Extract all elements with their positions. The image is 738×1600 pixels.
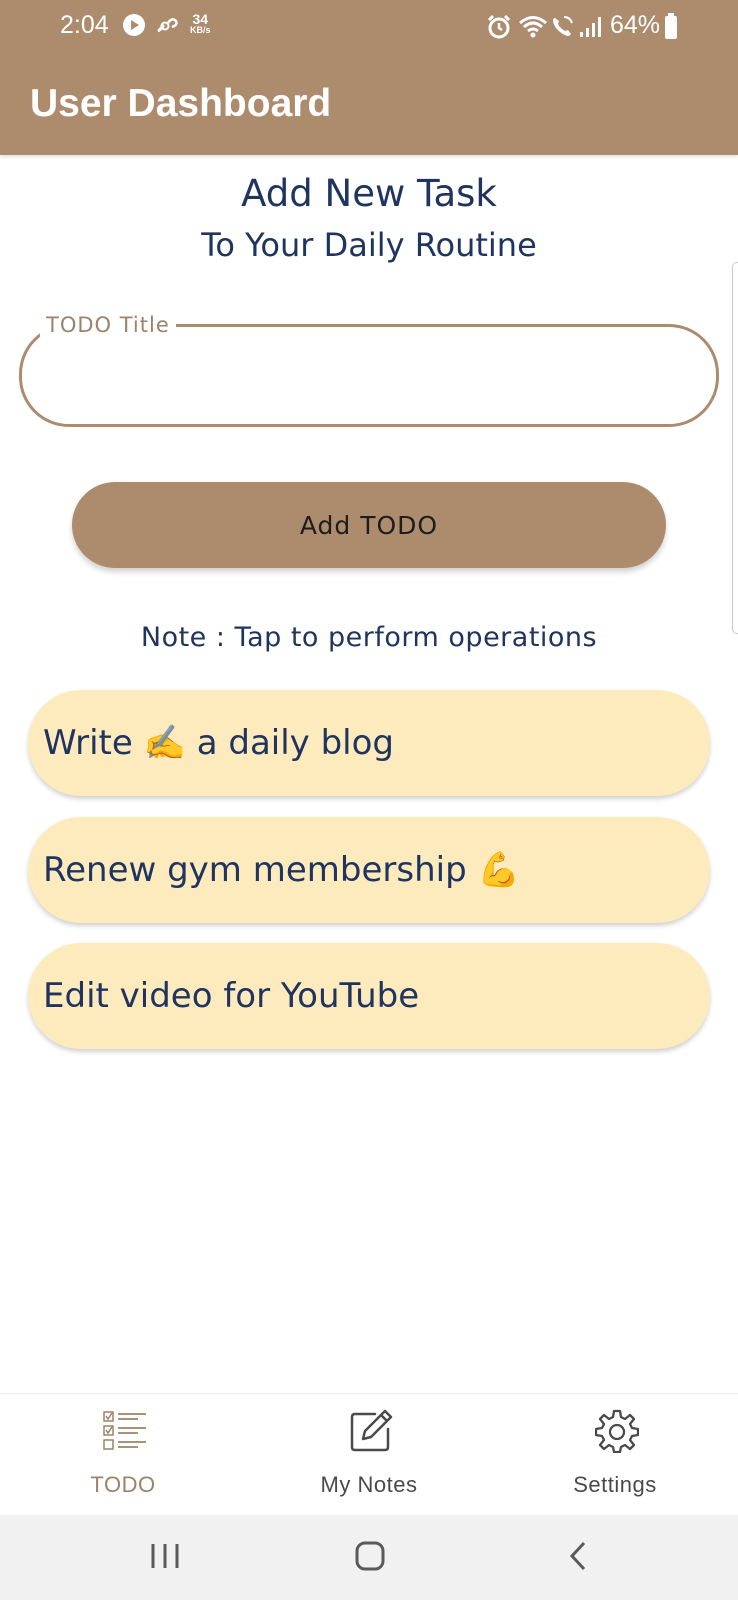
- signal-icon: [578, 14, 604, 44]
- status-time: 2:04: [60, 11, 109, 39]
- app-bar: User Dashboard: [0, 52, 738, 155]
- wifi-icon: [518, 14, 548, 44]
- task-text: Renew gym membership 💪: [43, 850, 520, 890]
- app-title: User Dashboard: [30, 82, 332, 125]
- nav-item-my-notes[interactable]: My Notes: [246, 1394, 492, 1516]
- link-icon: [154, 13, 180, 41]
- net-speed-value: 34: [192, 11, 209, 27]
- net-speed: 34 KB/s: [190, 12, 211, 35]
- battery-percent: 64%: [610, 11, 661, 39]
- battery-icon: [664, 12, 678, 44]
- net-speed-unit: KB/s: [190, 25, 211, 35]
- page-heading: Add New Task: [241, 172, 497, 215]
- back-icon[interactable]: [568, 1541, 588, 1575]
- bottom-nav: TODO My Notes Settings: [0, 1393, 738, 1515]
- nav-item-settings[interactable]: Settings: [492, 1394, 738, 1516]
- add-todo-button-label: Add TODO: [299, 510, 439, 540]
- checklist-icon: [103, 1409, 147, 1453]
- home-icon[interactable]: [355, 1541, 385, 1575]
- page-subheading: To Your Daily Routine: [201, 226, 537, 264]
- add-todo-button[interactable]: Add TODO: [72, 482, 666, 568]
- system-nav-bar: [0, 1515, 738, 1600]
- gear-icon: [594, 1409, 640, 1454]
- wifi-calling-icon: [550, 14, 576, 44]
- nav-label-my-notes: My Notes: [320, 1472, 418, 1497]
- task-text: Write ✍️ a daily blog: [43, 723, 395, 763]
- edit-note-icon: [349, 1409, 393, 1453]
- recents-icon[interactable]: [150, 1542, 180, 1574]
- todo-title-input[interactable]: [60, 352, 680, 402]
- task-item[interactable]: Edit video for YouTube: [28, 943, 710, 1049]
- task-text: Edit video for YouTube: [43, 976, 420, 1016]
- play-icon: [122, 13, 146, 41]
- task-item[interactable]: Renew gym membership 💪: [28, 817, 710, 923]
- nav-label-todo: TODO: [90, 1472, 156, 1497]
- nav-item-todo[interactable]: TODO: [0, 1394, 246, 1516]
- note-text: Note : Tap to perform operations: [140, 622, 598, 653]
- alarm-icon: [486, 14, 512, 44]
- scroll-indicator: [732, 262, 738, 634]
- todo-title-label: TODO Title: [40, 313, 176, 337]
- nav-label-settings: Settings: [573, 1472, 657, 1497]
- status-bar: 2:04 34 KB/s 64%: [0, 0, 738, 52]
- task-item[interactable]: Write ✍️ a daily blog: [28, 690, 710, 796]
